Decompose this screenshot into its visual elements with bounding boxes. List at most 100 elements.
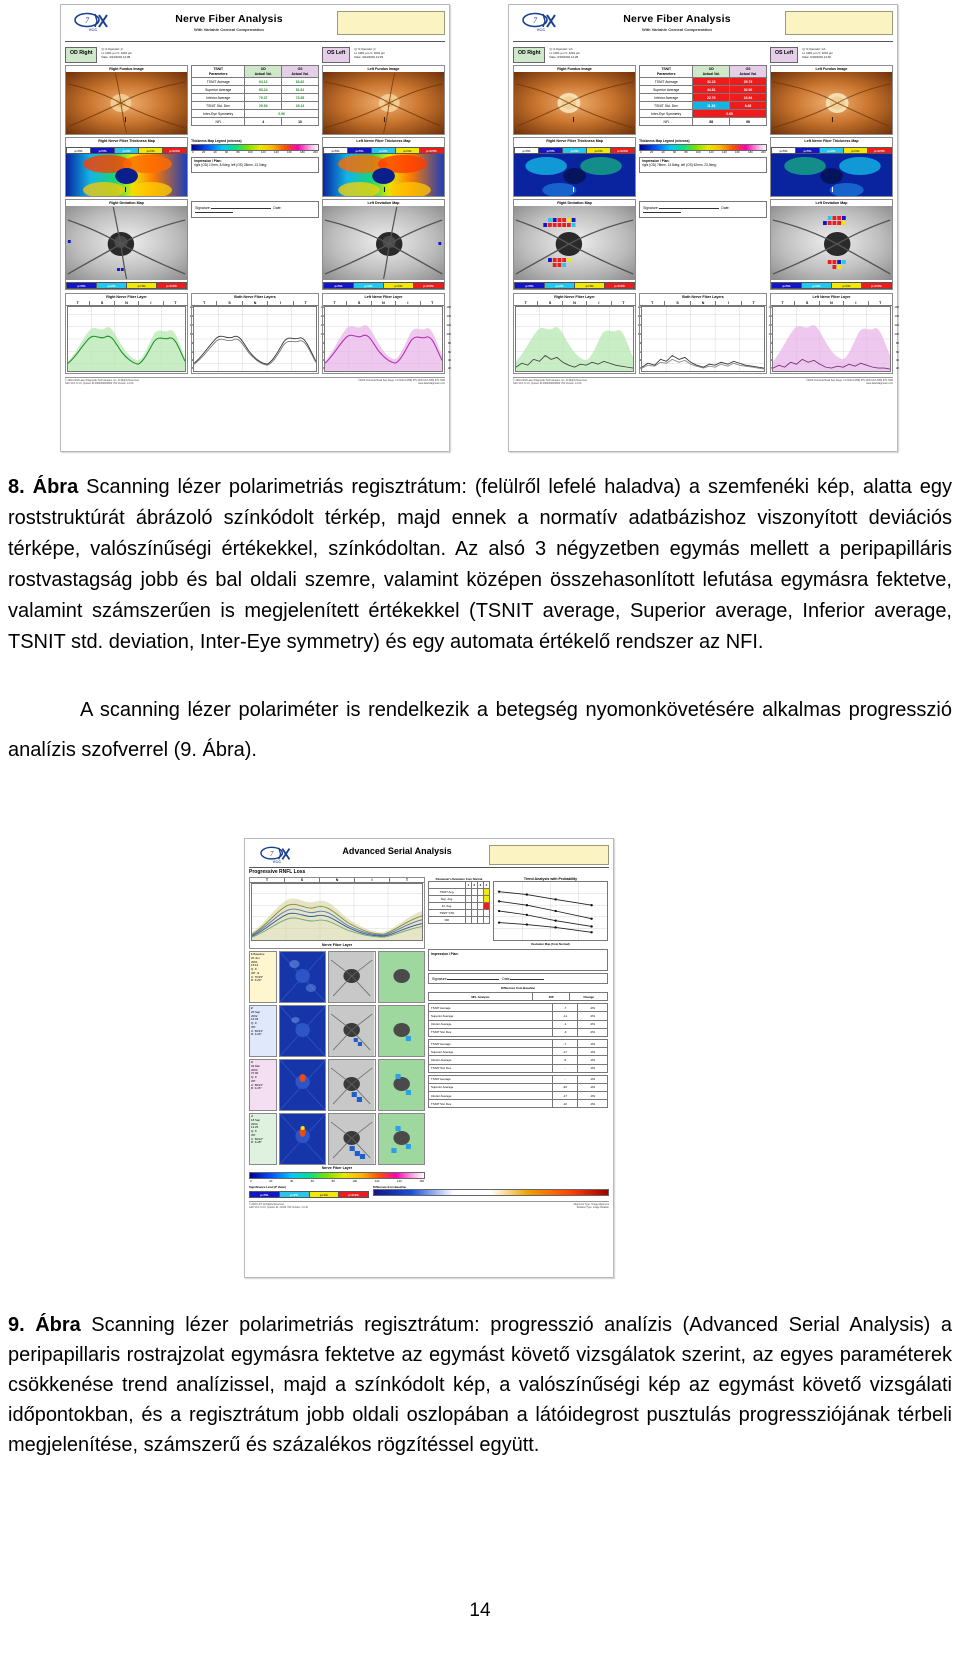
th-os-actual: Actual Val. xyxy=(291,71,309,76)
diff-value: -10 xyxy=(551,1099,578,1109)
param-deviation-block: Parameter's Deviation from Normal 1 2 3 … xyxy=(428,877,491,947)
date-line[interactable] xyxy=(643,212,682,214)
table-row: Superior Average 44.61 32.00 xyxy=(639,85,767,95)
axis-s: S xyxy=(795,300,820,306)
signature-label: Signature: xyxy=(643,205,659,210)
ytick-140: 140 xyxy=(446,315,451,319)
prob-chip-p1: p<1% xyxy=(126,282,157,290)
thickness-map-session-4 xyxy=(279,1113,327,1165)
impression-plan-box[interactable]: Impression / Plan: right (OD) 17mm, 8.0d… xyxy=(191,156,319,173)
th-os-actual: Actual Val. xyxy=(739,71,757,76)
date-line[interactable] xyxy=(510,979,545,980)
asa-signature-box[interactable]: Signature: Date: xyxy=(428,973,608,984)
axis-n: N xyxy=(115,300,140,306)
fundus-and-table-row: Right Fundus Image I TSNIT Parameters OD… xyxy=(65,64,445,136)
diff-value: -17 xyxy=(551,1047,578,1057)
tick-0: 0 xyxy=(640,150,642,155)
change-value: -0% xyxy=(576,1074,609,1084)
signature-box[interactable]: Signature: Date: xyxy=(191,200,319,219)
row-label-tsnit-std-dev: TSNIT Std. Dev. xyxy=(191,101,246,111)
param-tsnit-std: TSNIT STD xyxy=(428,909,466,917)
os-tag: OS Left xyxy=(769,47,799,63)
cell xyxy=(482,895,491,903)
th-parameters: TSNIT Parameters xyxy=(191,64,246,79)
tick-100: 100 xyxy=(247,150,253,155)
table-row: Inferior Average 22.70 24.94 xyxy=(639,93,767,103)
prob-chip-p5: p<5% xyxy=(90,146,115,154)
ytick-100: 100 xyxy=(894,333,899,337)
gdx-logo: 7 VCC xyxy=(65,8,121,32)
prob-chip-p2: p<2% xyxy=(800,282,831,290)
right-thickness-prob-legend: p<5% p<5% p<2% p<1% p<0.5% xyxy=(514,146,636,154)
axis-t1: T xyxy=(514,300,539,306)
table-row: Inter-Eye Symmetry 0.60 xyxy=(639,109,767,119)
tsnit-parameters-table: TSNIT Parameters OD Actual Val. OS Actua… xyxy=(191,64,319,127)
signature-line[interactable] xyxy=(658,207,719,209)
left-thickness-caption: Left Nerve Fiber Thickness Map xyxy=(804,139,859,144)
table-row: Inf. Avg. xyxy=(428,902,491,910)
right-thickness-map-image: I xyxy=(66,153,188,196)
session-info-2: 2 26 Sep 2002 16:03 Q: 9 OP: C: 69/13° R… xyxy=(249,1005,277,1057)
tick-160: 160 xyxy=(735,150,740,155)
prob-chip-p5: p<5% xyxy=(66,282,97,290)
signature-line[interactable] xyxy=(447,979,500,980)
table-row: TSNIT Average 32.23 25.79 xyxy=(639,77,767,87)
tsnit-parameters-table: TSNIT Parameters OD Actual Val. OS Actua… xyxy=(639,64,767,127)
figure-9-caption: 9. Ábra Scanning lézer polarimetriás reg… xyxy=(8,1310,952,1460)
row-label-tsnit-average: TSNIT Average xyxy=(639,77,694,87)
impression-plan-box[interactable]: Impression / Plan: right (OD) 78mm, 13.8… xyxy=(639,156,767,173)
table-header-row: 1 2 3 4 xyxy=(428,881,491,889)
svg-text:I: I xyxy=(831,187,833,194)
value-inferior-average-od: 22.70 xyxy=(692,93,731,103)
axis-s: S xyxy=(90,300,115,306)
logo-vcc-label: VCC xyxy=(88,28,98,32)
overlaid-plot xyxy=(251,883,423,941)
axis-i: I xyxy=(716,300,742,306)
th-od-actual: Actual Val. xyxy=(702,71,720,76)
th-os: OS Actual Val. xyxy=(729,64,767,79)
list-item[interactable]: 2 26 Sep 2002 16:03 Q: 9 OP: C: 69/13° R… xyxy=(249,1005,425,1057)
axis-t2: T xyxy=(174,300,177,305)
value-superior-average-os: 81.61 xyxy=(281,85,319,95)
nfl-chart-caption: Nerve Fiber Layer xyxy=(321,943,353,947)
left-deviation-map-image xyxy=(322,206,444,281)
left-fundus-image: I xyxy=(322,72,444,135)
tick-160: 160 xyxy=(419,1179,424,1183)
asa-header: 7 VCC Advanced Serial Analysis xyxy=(249,842,609,868)
asa-footer-rotation: Rotation Type: Image Rotation xyxy=(576,1206,609,1209)
list-item[interactable]: 1 Baseline 20 Jun 2001 15:16 Q: 9 OP: rk… xyxy=(249,951,425,1003)
right-deviation-panel: Right Deviation Map p<5% p<2% p<1% p<0.5… xyxy=(65,198,189,291)
difference-table-group-2: TSNIT Average -7 -0% Superior Average -1… xyxy=(428,1038,609,1073)
deviation-session-1 xyxy=(377,951,425,1003)
diff-label: Inferior Average xyxy=(428,1055,553,1065)
left-nfl-plot: 160 140 120 100 80 60 40 20 xyxy=(771,306,899,373)
right-deviation-panel: Right Deviation Map p<5% p<2% p<1% p<0.5… xyxy=(513,198,637,291)
asa-impression-plan-box[interactable]: Impression / Plan: xyxy=(428,949,608,971)
signature-line[interactable] xyxy=(210,207,271,209)
prob-chip-p5-w: p<5% xyxy=(322,146,347,154)
diff-label: TSNIT Average xyxy=(428,1074,553,1084)
left-fundus-panel: Left Fundus Image I xyxy=(321,65,445,136)
change-value: -0% xyxy=(576,1099,609,1109)
axis-i: I xyxy=(396,300,421,306)
list-item[interactable]: 3 02 Mar 2003 07:00 Q: 9 OP: C: 68/13° R… xyxy=(249,1059,425,1111)
date-line[interactable] xyxy=(195,212,234,214)
signature-label: Signature: xyxy=(195,205,211,210)
value-tsnit-average-od: 64.13 xyxy=(244,77,283,87)
eye-banner-row: OD Right Q: 9 Operator: wh H: 1001 µm V:… xyxy=(513,44,893,63)
prob-chip-p2: p<2% xyxy=(114,146,139,154)
axis-i: I xyxy=(587,300,612,306)
diff-value: -3 xyxy=(552,1027,578,1037)
date-label: Date: xyxy=(502,977,511,981)
list-item[interactable]: 4 18 Sep 2003 12:25 Q: 9 OP: C: 66/12° R… xyxy=(249,1113,425,1165)
tick-20: 20 xyxy=(269,1179,273,1183)
prob-chip-p2: p<2% xyxy=(818,146,843,154)
prob-chip-p5: p<5% xyxy=(346,146,371,154)
right-thickness-prob-legend: p<5% p<5% p<2% p<1% p<0.5% xyxy=(66,146,188,154)
right-fundus-panel: Right Fundus Image I xyxy=(65,65,189,136)
prob-chip-p1: p<1% xyxy=(394,146,419,154)
change-value: -0% xyxy=(576,1027,609,1037)
legend-and-impression: Thickness Map Legend (microns) 0 20 40 6… xyxy=(191,137,319,196)
diff-label: TSNIT Average xyxy=(427,1003,554,1013)
signature-box[interactable]: Signature: Date: xyxy=(639,200,767,219)
